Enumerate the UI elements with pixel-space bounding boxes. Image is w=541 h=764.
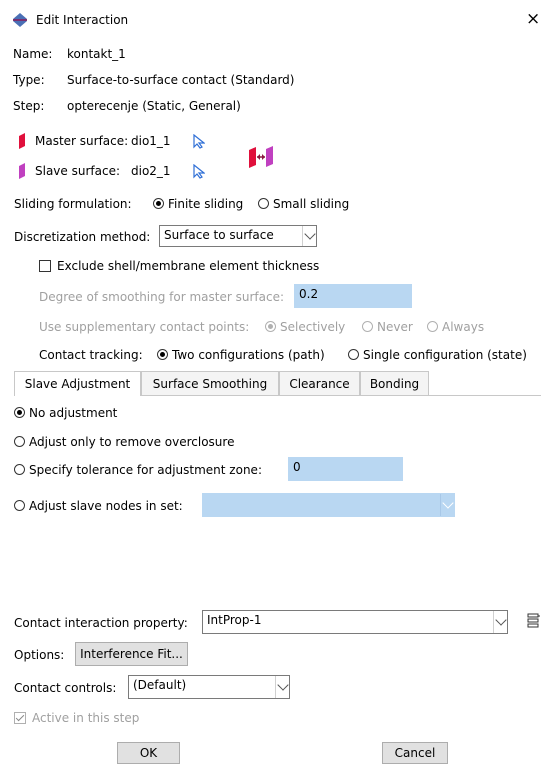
adjust-nodes-text: Adjust slave nodes in set: [29,499,183,513]
step-label: Step: [13,99,45,113]
never-radio-mark [362,321,373,332]
swap-surfaces-icon[interactable] [247,145,275,169]
supplementary-selectively-radio: Selectively [265,320,345,334]
exclude-thickness-check-mark [39,260,51,272]
interference-fit-button[interactable]: Interference Fit... [75,642,188,666]
master-surface-value: dio1_1 [131,134,171,148]
remove-overclosure-radio-mark [14,436,25,447]
select-master-arrow-icon[interactable] [193,134,205,149]
selectively-radio-mark [265,321,276,332]
select-slave-arrow-icon[interactable] [193,164,205,179]
cancel-button[interactable]: Cancel [382,742,448,764]
supplementary-never-radio: Never [362,320,413,334]
chevron-down-icon[interactable] [493,611,507,633]
tab-clearance[interactable]: Clearance [279,371,360,395]
contact-property-select[interactable]: IntProp-1 [202,610,508,634]
finite-sliding-radio[interactable]: Finite sliding [153,197,243,211]
options-label: Options: [14,648,65,662]
adjust-nodes-in-set-radio[interactable]: Adjust slave nodes in set: [14,499,183,513]
sliding-formulation-label: Sliding formulation: [14,197,132,211]
no-adjustment-radio[interactable]: No adjustment [14,406,117,420]
close-button[interactable]: × [526,9,540,29]
small-sliding-radio-mark [258,198,269,209]
discretization-method-select[interactable]: Surface to surface [159,225,317,247]
exclude-thickness-checkbox[interactable]: Exclude shell/membrane element thickness [39,259,319,273]
contact-property-value: IntProp-1 [207,613,262,627]
finite-sliding-radio-mark [153,198,164,209]
selectively-text: Selectively [280,320,346,334]
small-sliding-text: Small sliding [273,197,350,211]
tolerance-input[interactable]: 0 [288,457,403,481]
discretization-method-label: Discretization method: [14,230,151,244]
supplementary-always-radio: Always [427,320,484,334]
tab-bonding[interactable]: Bonding [360,371,429,395]
contact-tracking-label: Contact tracking: [39,348,143,362]
specify-tolerance-text: Specify tolerance for adjustment zone: [29,463,262,477]
adjust-nodes-radio-mark [14,500,25,511]
always-radio-mark [427,321,438,332]
specify-tolerance-radio[interactable]: Specify tolerance for adjustment zone: [14,463,262,477]
two-config-radio-mark [157,349,168,360]
active-in-step-check-mark [14,712,26,724]
two-config-text: Two configurations (path) [172,348,325,362]
active-in-step-text: Active in this step [32,711,140,725]
exclude-thickness-text: Exclude shell/membrane element thickness [57,259,320,273]
discretization-method-value: Surface to surface [164,228,274,242]
small-sliding-radio[interactable]: Small sliding [258,197,349,211]
tab-surface-smoothing[interactable]: Surface Smoothing [141,371,279,395]
finite-sliding-text: Finite sliding [168,197,244,211]
master-surface-label: Master surface: [35,134,129,148]
tracking-two-config-radio[interactable]: Two configurations (path) [157,348,325,362]
type-label: Type: [13,73,45,87]
remove-overclosure-radio[interactable]: Adjust only to remove overclosure [14,435,234,449]
always-text: Always [442,320,485,334]
contact-controls-value: (Default) [133,678,187,692]
create-property-icon[interactable] [527,613,540,629]
contact-controls-select[interactable]: (Default) [128,675,290,699]
chevron-down-icon[interactable] [275,676,289,698]
contact-property-label: Contact interaction property: [14,616,188,630]
slave-surface-label: Slave surface: [35,164,120,178]
smoothing-label: Degree of smoothing for master surface: [39,290,285,304]
supplementary-contact-label: Use supplementary contact points: [39,320,250,334]
slave-node-set-select[interactable] [202,493,455,517]
specify-tolerance-radio-mark [14,464,25,475]
tracking-single-config-radio[interactable]: Single configuration (state) [348,348,527,362]
ok-button[interactable]: OK [117,742,180,764]
name-value: kontakt_1 [67,47,126,61]
active-in-step-checkbox: Active in this step [14,711,139,725]
type-value: Surface-to-surface contact (Standard) [67,73,295,87]
interaction-app-icon [13,13,27,27]
tab-slave-adjustment[interactable]: Slave Adjustment [14,371,141,396]
contact-controls-label: Contact controls: [14,681,117,695]
no-adjustment-radio-mark [14,407,25,418]
window-title: Edit Interaction [36,13,129,27]
step-value: opterecenje (Static, General) [67,99,241,113]
chevron-down-icon[interactable] [440,494,454,516]
no-adjustment-text: No adjustment [29,406,118,420]
single-config-text: Single configuration (state) [363,348,527,362]
master-surface-icon [19,133,25,149]
chevron-down-icon[interactable] [302,226,316,246]
smoothing-input[interactable]: 0.2 [294,284,412,308]
single-config-radio-mark [348,349,359,360]
remove-overclosure-text: Adjust only to remove overclosure [29,435,235,449]
name-label: Name: [13,47,53,61]
never-text: Never [377,320,413,334]
slave-surface-icon [19,163,25,179]
slave-surface-value: dio2_1 [131,164,171,178]
